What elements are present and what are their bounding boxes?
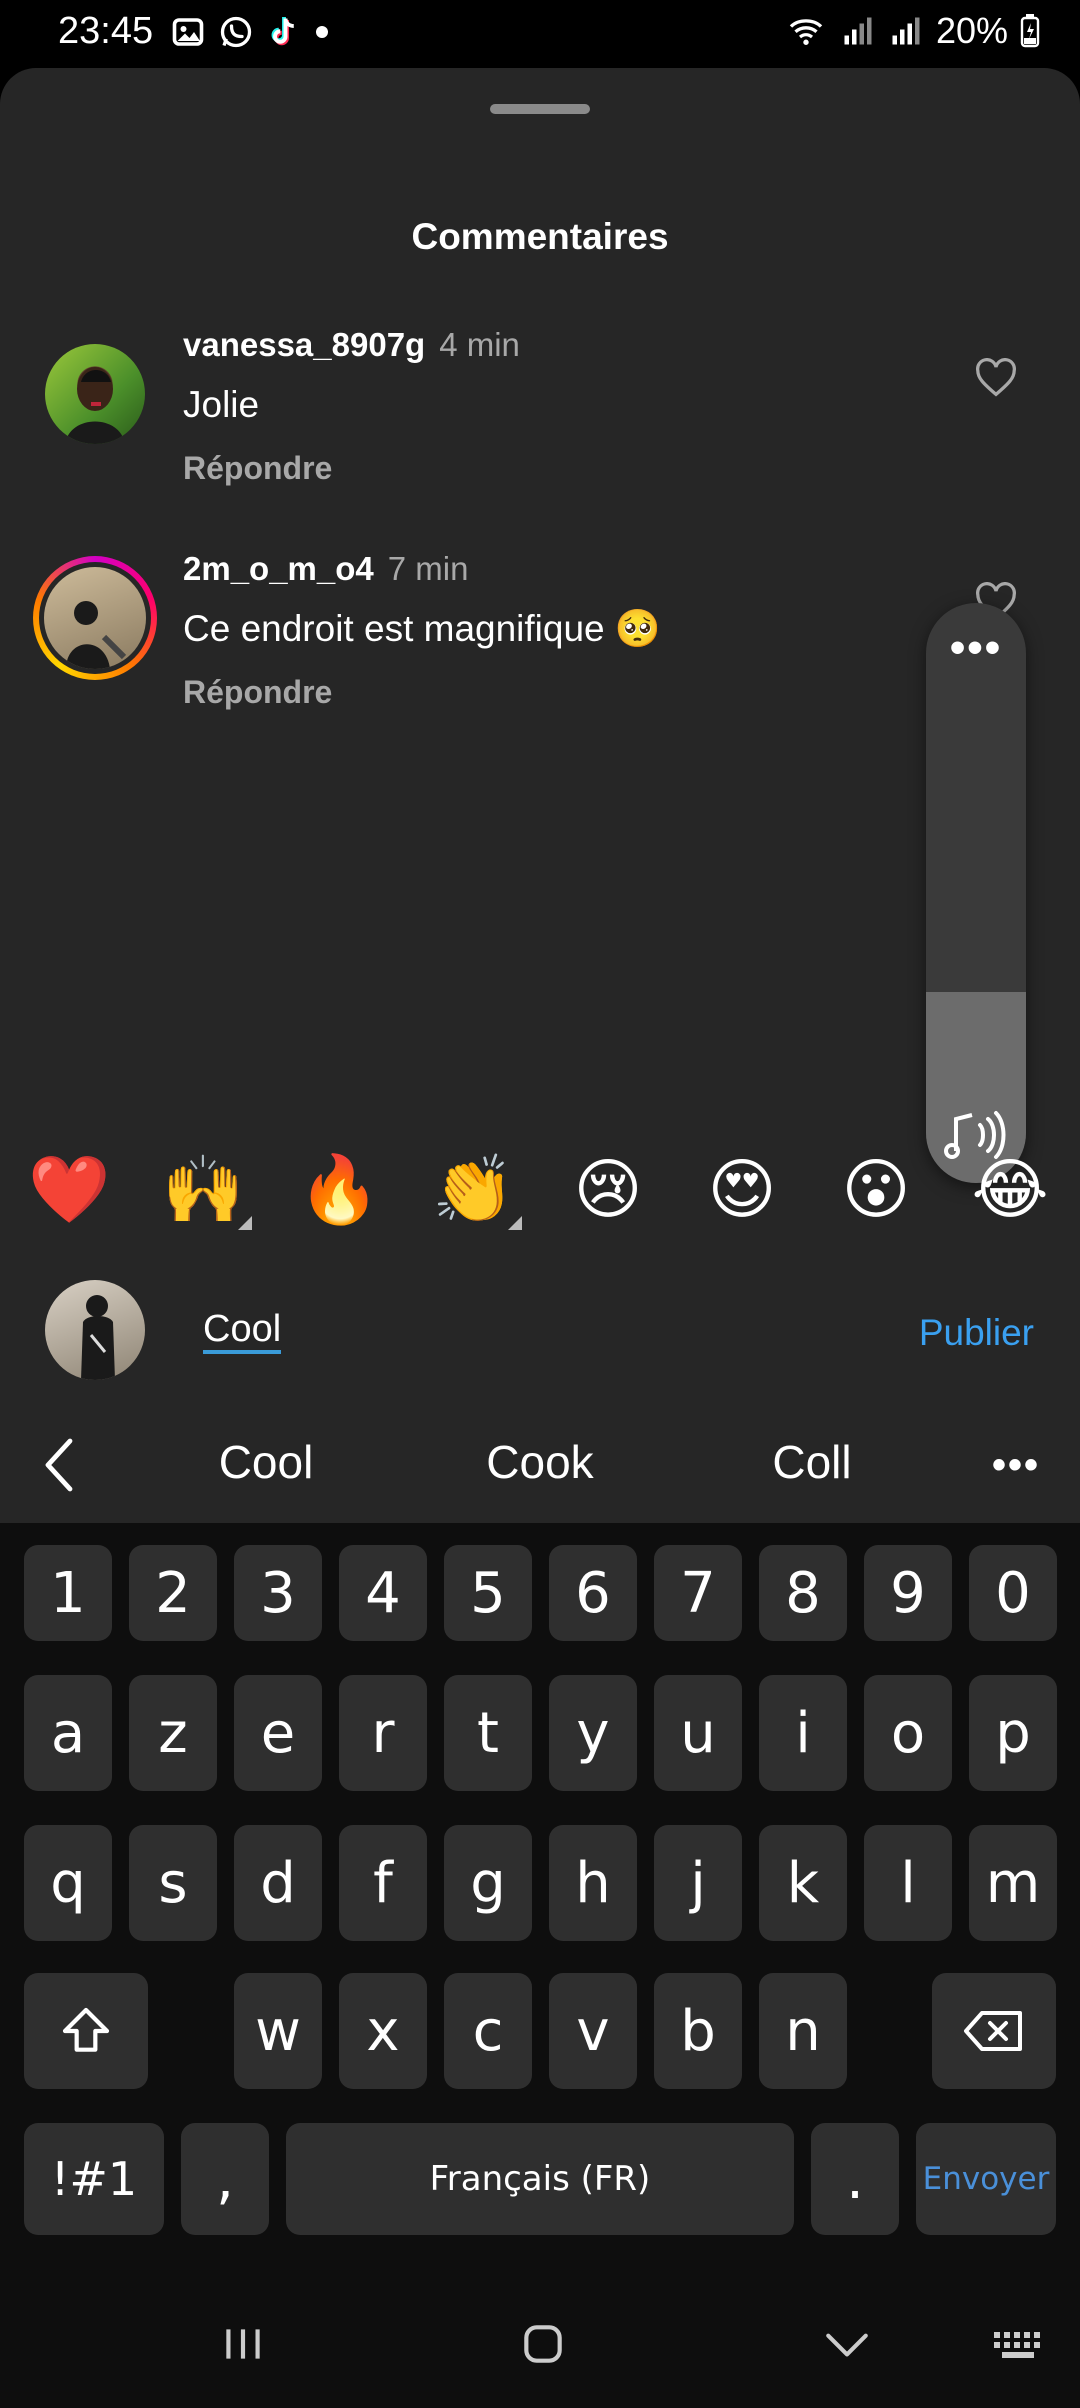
comment-username[interactable]: 2m_o_m_o4 <box>183 550 374 587</box>
sheet-title: Commentaires <box>411 216 669 257</box>
key-v[interactable]: v <box>549 1973 637 2089</box>
key-e[interactable]: e <box>234 1675 322 1791</box>
chevron-left-icon[interactable] <box>40 1435 80 1495</box>
skin-tone-indicator <box>508 1216 522 1230</box>
emoji-reaction-bar: ❤️ 🙌 🔥 👏 😢 😍 😮 😂 <box>0 1150 1080 1230</box>
like-heart-icon[interactable] <box>974 358 1018 398</box>
signal-icon <box>844 17 872 45</box>
signal-icon <box>892 17 920 45</box>
key-h[interactable]: h <box>549 1825 637 1941</box>
comment-composer: Cool Publier <box>0 1270 1080 1390</box>
shift-key[interactable] <box>24 1973 148 2089</box>
emoji-raising-hands[interactable]: 🙌 <box>162 1150 244 1230</box>
volume-slider[interactable]: ••• <box>926 603 1026 1183</box>
comma-key[interactable]: , <box>181 2123 269 2235</box>
key-m[interactable]: m <box>969 1825 1057 1941</box>
skin-tone-indicator <box>238 1216 252 1230</box>
space-key[interactable]: Français (FR) <box>286 2123 794 2235</box>
reply-button[interactable]: Répondre <box>183 450 332 487</box>
publish-button[interactable]: Publier <box>919 1312 1034 1354</box>
whatsapp-icon <box>220 16 252 48</box>
backspace-icon <box>964 2011 1022 2051</box>
comment-time: 7 min <box>387 550 469 587</box>
tiktok-icon <box>271 17 294 46</box>
key-w[interactable]: w <box>234 1973 322 2089</box>
keyboard-suggestion-bar: Cool Cook Coll ••• <box>0 1403 1080 1523</box>
wifi-icon <box>789 19 823 45</box>
key-j[interactable]: j <box>654 1825 742 1941</box>
key-o[interactable]: o <box>864 1675 952 1791</box>
emoji-heart[interactable]: ❤️ <box>28 1150 110 1230</box>
battery-percent: 20% <box>935 10 1008 51</box>
suggestion-item[interactable]: Coll <box>712 1435 912 1489</box>
key-n[interactable]: n <box>759 1973 847 2089</box>
comment-text: Ce endroit est magnifique 🥺 <box>183 608 661 649</box>
key-c[interactable]: c <box>444 1973 532 2089</box>
own-avatar <box>45 1280 145 1380</box>
sheet-drag-handle[interactable] <box>490 104 590 114</box>
avatar[interactable] <box>45 344 145 444</box>
key-p[interactable]: p <box>969 1675 1057 1791</box>
reply-button[interactable]: Répondre <box>183 674 332 711</box>
keyboard-icon[interactable] <box>990 2319 1046 2369</box>
key-f[interactable]: f <box>339 1825 427 1941</box>
key-5[interactable]: 5 <box>444 1545 532 1641</box>
status-time: 23:45 <box>58 10 154 52</box>
key-d[interactable]: d <box>234 1825 322 1941</box>
comment-time: 4 min <box>439 326 520 363</box>
key-u[interactable]: u <box>654 1675 742 1791</box>
key-7[interactable]: 7 <box>654 1545 742 1641</box>
emoji-surprised[interactable]: 😮 <box>836 1150 916 1230</box>
key-0[interactable]: 0 <box>969 1545 1057 1641</box>
status-bar: 23:45 20% <box>0 0 1080 68</box>
dot-icon <box>316 26 328 38</box>
key-l[interactable]: l <box>864 1825 952 1941</box>
keyboard: 1 2 3 4 5 6 7 8 9 0 a z e r t y u i o p … <box>0 1523 1080 2283</box>
key-k[interactable]: k <box>759 1825 847 1941</box>
key-y[interactable]: y <box>549 1675 637 1791</box>
recent-apps-icon[interactable] <box>218 2319 268 2369</box>
comment-text: Jolie <box>183 384 260 425</box>
emoji-heart-eyes[interactable]: 😍 <box>702 1150 782 1230</box>
emoji-fire[interactable]: 🔥 <box>298 1150 380 1230</box>
comment-input[interactable]: Cool <box>203 1308 282 1354</box>
key-i[interactable]: i <box>759 1675 847 1791</box>
volume-more-button[interactable]: ••• <box>926 626 1026 670</box>
key-q[interactable]: q <box>24 1825 112 1941</box>
key-a[interactable]: a <box>24 1675 112 1791</box>
symbols-key[interactable]: !#1 <box>24 2123 164 2235</box>
key-9[interactable]: 9 <box>864 1545 952 1641</box>
emoji-laughing[interactable]: 😂 <box>970 1150 1050 1230</box>
period-key[interactable]: . <box>811 2123 899 2235</box>
key-b[interactable]: b <box>654 1973 742 2089</box>
key-x[interactable]: x <box>339 1973 427 2089</box>
key-3[interactable]: 3 <box>234 1545 322 1641</box>
suggestion-item[interactable]: Cook <box>440 1435 640 1489</box>
key-2[interactable]: 2 <box>129 1545 217 1641</box>
chevron-down-icon[interactable] <box>822 2319 872 2369</box>
send-key[interactable]: Envoyer <box>916 2123 1056 2235</box>
backspace-key[interactable] <box>932 1973 1056 2089</box>
home-icon[interactable] <box>518 2319 568 2369</box>
comment-username[interactable]: vanessa_8907g <box>183 326 425 363</box>
more-options-icon[interactable]: ••• <box>992 1443 1040 1488</box>
key-s[interactable]: s <box>129 1825 217 1941</box>
gallery-icon <box>172 18 204 46</box>
shift-icon <box>62 2007 110 2052</box>
battery-icon <box>1020 14 1040 48</box>
key-t[interactable]: t <box>444 1675 532 1791</box>
key-1[interactable]: 1 <box>24 1545 112 1641</box>
key-4[interactable]: 4 <box>339 1545 427 1641</box>
key-z[interactable]: z <box>129 1675 217 1791</box>
key-r[interactable]: r <box>339 1675 427 1791</box>
system-navigation-bar <box>0 2283 1080 2408</box>
suggestion-item[interactable]: Cool <box>166 1435 366 1489</box>
key-g[interactable]: g <box>444 1825 532 1941</box>
emoji-clapping[interactable]: 👏 <box>432 1150 514 1230</box>
emoji-crying[interactable]: 😢 <box>568 1150 648 1230</box>
key-6[interactable]: 6 <box>549 1545 637 1641</box>
key-8[interactable]: 8 <box>759 1545 847 1641</box>
avatar-story-ring[interactable] <box>33 556 157 680</box>
